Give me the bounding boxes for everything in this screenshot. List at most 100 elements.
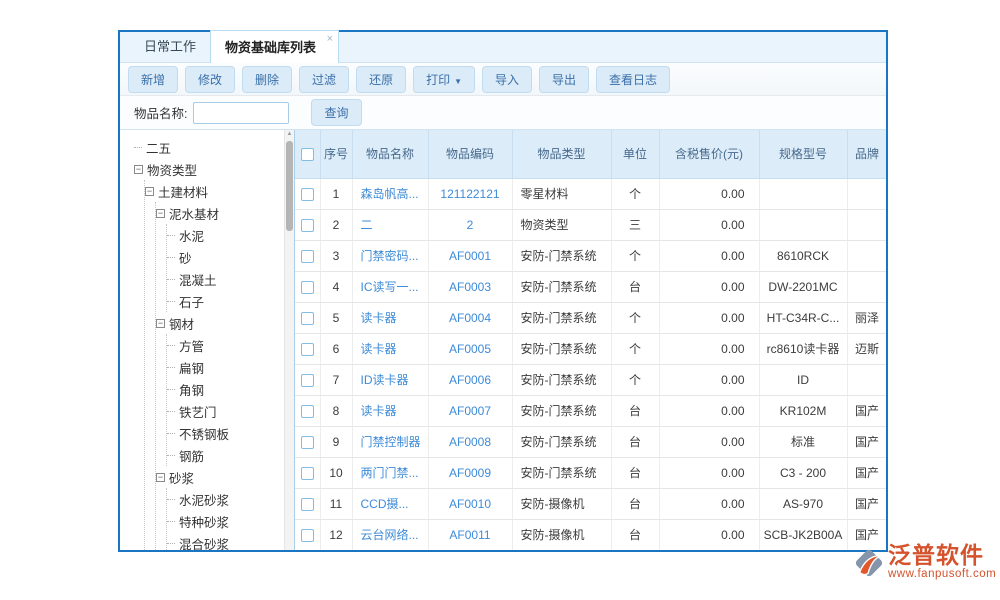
tree-node-混凝土[interactable]: 混凝土 <box>167 268 284 290</box>
collapse-icon[interactable]: − <box>156 209 165 218</box>
name-link[interactable]: 门禁控制器 <box>361 435 421 449</box>
row-checkbox[interactable] <box>301 312 314 325</box>
tab-label: 日常工作 <box>144 39 196 54</box>
tree-node-方管[interactable]: 方管 <box>167 334 284 356</box>
tab-close-icon[interactable]: × <box>327 33 333 45</box>
name-link[interactable]: 二 <box>361 218 373 232</box>
column-header-含税售价(元): 含税售价(元) <box>659 130 759 178</box>
toolbar-button-修改[interactable]: 修改 <box>185 66 235 93</box>
toolbar-button-删除[interactable]: 删除 <box>242 66 292 93</box>
tab-1[interactable]: 物资基础库列表× <box>210 30 339 63</box>
tree-scrollbar[interactable]: ▲ <box>284 130 294 550</box>
tree-node-特种砂浆[interactable]: 特种砂浆 <box>167 510 284 532</box>
tree-node-label: 土建材料 <box>158 182 208 201</box>
name-link[interactable]: 读卡器 <box>361 311 397 325</box>
code-link[interactable]: AF0004 <box>449 311 491 325</box>
name-link[interactable]: CCD摄... <box>361 497 409 511</box>
toolbar-button-新增[interactable]: 新增 <box>128 66 178 93</box>
tree-node-label: 钢材 <box>169 314 194 333</box>
tree-node-砂浆[interactable]: −砂浆 <box>156 466 284 488</box>
tree-node-不锈钢板[interactable]: 不锈钢板 <box>167 422 284 444</box>
collapse-icon[interactable]: − <box>145 187 154 196</box>
toolbar-button-查看日志[interactable]: 查看日志 <box>596 66 670 93</box>
toolbar-button-导入[interactable]: 导入 <box>482 66 532 93</box>
name-link[interactable]: 读卡器 <box>361 404 397 418</box>
collapse-icon[interactable]: − <box>156 319 165 328</box>
name-link[interactable]: 门禁密码... <box>361 249 419 263</box>
row-checkbox[interactable] <box>301 498 314 511</box>
tree-node-角钢[interactable]: 角钢 <box>167 378 284 400</box>
cell-no: 3 <box>320 240 352 271</box>
code-link[interactable]: AF0009 <box>449 466 491 480</box>
code-link[interactable]: AF0006 <box>449 373 491 387</box>
code-link[interactable]: AF0003 <box>449 280 491 294</box>
row-checkbox[interactable] <box>301 343 314 356</box>
row-checkbox[interactable] <box>301 219 314 232</box>
collapse-icon[interactable]: − <box>134 165 143 174</box>
tree-node-石子[interactable]: 石子 <box>167 290 284 312</box>
cell-name: 两门门禁... <box>352 457 428 488</box>
cell-no: 9 <box>320 426 352 457</box>
cell-name: 读卡器 <box>352 395 428 426</box>
scroll-up-icon[interactable]: ▲ <box>285 131 294 137</box>
toolbar-button-还原[interactable]: 还原 <box>356 66 406 93</box>
scrollbar-thumb[interactable] <box>286 141 293 231</box>
name-link[interactable]: 读卡器 <box>361 342 397 356</box>
tree-node-钢材[interactable]: −钢材 <box>156 312 284 334</box>
cell-brand: 丽泽 <box>847 302 886 333</box>
select-all-checkbox[interactable] <box>301 148 314 161</box>
code-link[interactable]: AF0005 <box>449 342 491 356</box>
code-link[interactable]: AF0011 <box>449 528 490 542</box>
code-link[interactable]: 121122121 <box>440 187 499 201</box>
toolbar-button-打印[interactable]: 打印▼ <box>413 66 475 93</box>
cell-no: 4 <box>320 271 352 302</box>
row-checkbox[interactable] <box>301 188 314 201</box>
toolbar-button-导出[interactable]: 导出 <box>539 66 589 93</box>
cell-spec <box>759 209 847 240</box>
tree-node-砂[interactable]: 砂 <box>167 246 284 268</box>
row-checkbox[interactable] <box>301 250 314 263</box>
toolbar-button-过滤[interactable]: 过滤 <box>299 66 349 93</box>
cell-unit: 个 <box>611 240 659 271</box>
tree-node-铁艺门[interactable]: 铁艺门 <box>167 400 284 422</box>
tree-node-混合砂浆[interactable]: 混合砂浆 <box>167 532 284 550</box>
name-link[interactable]: ID读卡器 <box>361 373 409 387</box>
tree-node-二五[interactable]: 二五 <box>134 136 284 158</box>
code-link[interactable]: 2 <box>467 218 474 232</box>
name-link[interactable]: 两门门禁... <box>361 466 419 480</box>
query-button[interactable]: 查询 <box>311 99 361 126</box>
tree-node-扁钢[interactable]: 扁钢 <box>167 356 284 378</box>
tree-node-土建材料[interactable]: −土建材料 <box>145 180 284 202</box>
table-header-row: 序号物品名称物品编码物品类型单位含税售价(元)规格型号品牌 <box>295 130 886 178</box>
tree-node-水泥砂浆[interactable]: 水泥砂浆 <box>167 488 284 510</box>
cell-unit: 台 <box>611 271 659 302</box>
row-checkbox[interactable] <box>301 436 314 449</box>
name-link[interactable]: 云台网络... <box>361 528 419 542</box>
code-link[interactable]: AF0008 <box>449 435 491 449</box>
code-link[interactable]: AF0010 <box>449 497 491 511</box>
tree-node-物资类型[interactable]: −物资类型 <box>134 158 284 180</box>
code-link[interactable]: AF0001 <box>449 249 491 263</box>
name-link[interactable]: IC读写一... <box>361 280 419 294</box>
tree-node-水泥[interactable]: 水泥 <box>167 224 284 246</box>
tree-node-泥水基材[interactable]: −泥水基材 <box>156 202 284 224</box>
item-name-input[interactable] <box>193 102 289 124</box>
tab-0[interactable]: 日常工作 <box>130 30 210 62</box>
row-checkbox[interactable] <box>301 281 314 294</box>
table-row: 1森岛帆高...121122121零星材料个0.00 <box>295 178 886 209</box>
code-link[interactable]: AF0007 <box>449 404 491 418</box>
row-checkbox[interactable] <box>301 374 314 387</box>
collapse-icon[interactable]: − <box>156 473 165 482</box>
row-checkbox[interactable] <box>301 529 314 542</box>
cell-type: 安防-门禁系统 <box>512 364 611 395</box>
cell-code: AF0004 <box>428 302 512 333</box>
name-link[interactable]: 森岛帆高... <box>361 187 419 201</box>
row-checkbox[interactable] <box>301 467 314 480</box>
tree-node-钢筋[interactable]: 钢筋 <box>167 444 284 466</box>
column-header-品牌: 品牌 <box>847 130 886 178</box>
column-header-序号: 序号 <box>320 130 352 178</box>
row-checkbox[interactable] <box>301 405 314 418</box>
tree-branch-tick <box>167 543 175 544</box>
brand-url: www.fanpusoft.com <box>888 568 996 580</box>
cell-type: 安防-摄像机 <box>512 488 611 519</box>
